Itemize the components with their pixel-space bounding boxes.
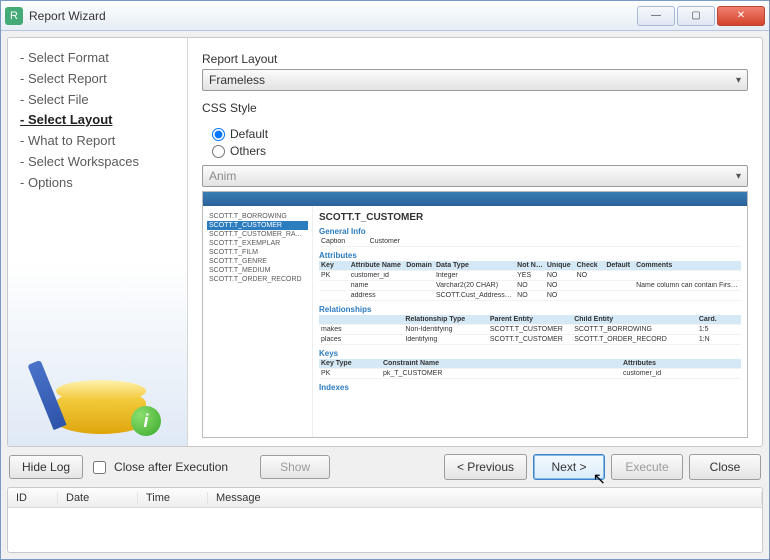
css-style-label: CSS Style (202, 101, 748, 115)
log-header[interactable]: ID Date Time Message (8, 488, 762, 508)
close-window-button[interactable]: ✕ (717, 6, 765, 26)
app-icon: R (5, 7, 23, 25)
hide-log-button[interactable]: Hide Log (9, 455, 83, 479)
wizard-steps-list: - Select Format - Select Report - Select… (20, 48, 175, 194)
cursor-icon: ↖ (593, 469, 606, 489)
preview-main: SCOTT.T_CUSTOMER General Info CaptionCus… (313, 206, 747, 437)
report-layout-label: Report Layout (202, 52, 748, 66)
wizard-steps-sidebar: - Select Format - Select Report - Select… (8, 38, 188, 446)
layout-preview: SCOTT.T_BORROWING SCOTT.T_CUSTOMER SCOTT… (202, 191, 748, 438)
report-layout-combo[interactable]: Frameless (202, 69, 748, 91)
window-title: Report Wizard (29, 9, 637, 23)
radio-default[interactable]: Default (212, 127, 748, 141)
sidebar-illustration: i (20, 340, 175, 440)
css-theme-combo[interactable]: Anim (202, 165, 748, 187)
log-col-time[interactable]: Time (138, 492, 208, 504)
maximize-button[interactable]: ▢ (677, 6, 715, 26)
log-panel: ID Date Time Message (7, 487, 763, 553)
previous-button[interactable]: < Previous (444, 454, 527, 480)
preview-header-bar (203, 192, 747, 206)
content-panel: Report Layout Frameless CSS Style Defaul… (188, 38, 762, 446)
css-style-radiogroup: Default Others (202, 124, 748, 161)
next-button[interactable]: Next > ↖ (533, 454, 605, 480)
main-panel: - Select Format - Select Report - Select… (7, 37, 763, 447)
step-select-report[interactable]: - Select Report (20, 69, 175, 90)
radio-others[interactable]: Others (212, 144, 748, 158)
show-button[interactable]: Show (260, 455, 330, 479)
preview-nav: SCOTT.T_BORROWING SCOTT.T_CUSTOMER SCOTT… (203, 206, 313, 437)
step-select-layout[interactable]: - Select Layout (20, 110, 175, 131)
button-bar: Hide Log Close after Execution Show < Pr… (7, 451, 763, 483)
minimize-button[interactable]: — (637, 6, 675, 26)
log-col-message[interactable]: Message (208, 492, 762, 504)
step-what-to-report[interactable]: - What to Report (20, 131, 175, 152)
execute-button[interactable]: Execute (611, 454, 683, 480)
close-after-execution-checkbox[interactable]: Close after Execution (89, 458, 228, 477)
step-select-file[interactable]: - Select File (20, 90, 175, 111)
info-icon: i (131, 406, 161, 436)
log-col-id[interactable]: ID (8, 492, 58, 504)
step-select-workspaces[interactable]: - Select Workspaces (20, 152, 175, 173)
titlebar[interactable]: R Report Wizard — ▢ ✕ (1, 1, 769, 31)
step-options[interactable]: - Options (20, 173, 175, 194)
step-select-format[interactable]: - Select Format (20, 48, 175, 69)
log-col-date[interactable]: Date (58, 492, 138, 504)
close-button[interactable]: Close (689, 454, 761, 480)
window: R Report Wizard — ▢ ✕ - Select Format - … (0, 0, 770, 560)
